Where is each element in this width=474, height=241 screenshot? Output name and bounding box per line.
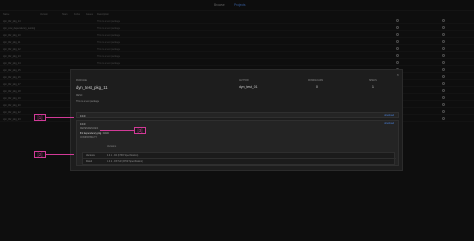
package-label: PACKAGE [76, 80, 87, 82]
spec-value: 4.0.1 - R4 (FHIR Specification) [107, 154, 139, 157]
dependency-item: fhir.dependency.pkg : 0.0.0 [80, 132, 109, 135]
spec-key: Versions [86, 154, 95, 157]
version-header-row[interactable]: 0.0.0 download [76, 112, 399, 118]
author-label: AUTHOR [239, 80, 249, 82]
callout-line-3 [100, 130, 134, 131]
specs-value: 1 [372, 85, 374, 89]
spec-table-header: Versions [107, 145, 117, 148]
version-download-link[interactable]: download [384, 123, 394, 125]
compatibility-label: COMPATIBILITY [80, 137, 98, 139]
package-description: This is a test package [76, 100, 100, 103]
package-name: dyn_test_pkg_11 [76, 85, 108, 90]
callout-2: [2] [34, 151, 46, 158]
compatibility-table: Versions 4.0.1 - R4 (FHIR Specification)… [82, 152, 396, 165]
description-label: DESC [76, 95, 83, 97]
callout-1: [1] [34, 114, 46, 121]
package-details-modal: × PACKAGE dyn_test_pkg_11 AUTHOR dyn_tes… [70, 69, 403, 171]
version-title: 0.0.0 [80, 114, 86, 118]
download-link[interactable]: download [384, 115, 394, 117]
specs-label: SPECS [369, 80, 377, 82]
callout-3: [3] [134, 127, 146, 134]
table-row: Dstu2 1.0.2 - DSTU2 (FHIR Specification) [83, 159, 396, 165]
author-value: dyn_test_01 [239, 85, 258, 89]
callout-line-1 [46, 117, 74, 118]
dependencies-label: DEPENDENCIES [80, 128, 99, 130]
callout-line-2 [46, 154, 74, 155]
version-details-panel: 0.0.0 download DEPENDENCIES fhir.depende… [76, 120, 399, 166]
downloads-label: DOWNLOADS [308, 80, 324, 82]
close-icon[interactable]: × [397, 72, 399, 77]
spec-value: 1.0.2 - DSTU2 (FHIR Specification) [107, 160, 143, 163]
downloads-value: 0 [316, 85, 318, 89]
version-details-title: 0.0.0 [80, 122, 86, 126]
spec-key: Dstu2 [86, 160, 93, 163]
